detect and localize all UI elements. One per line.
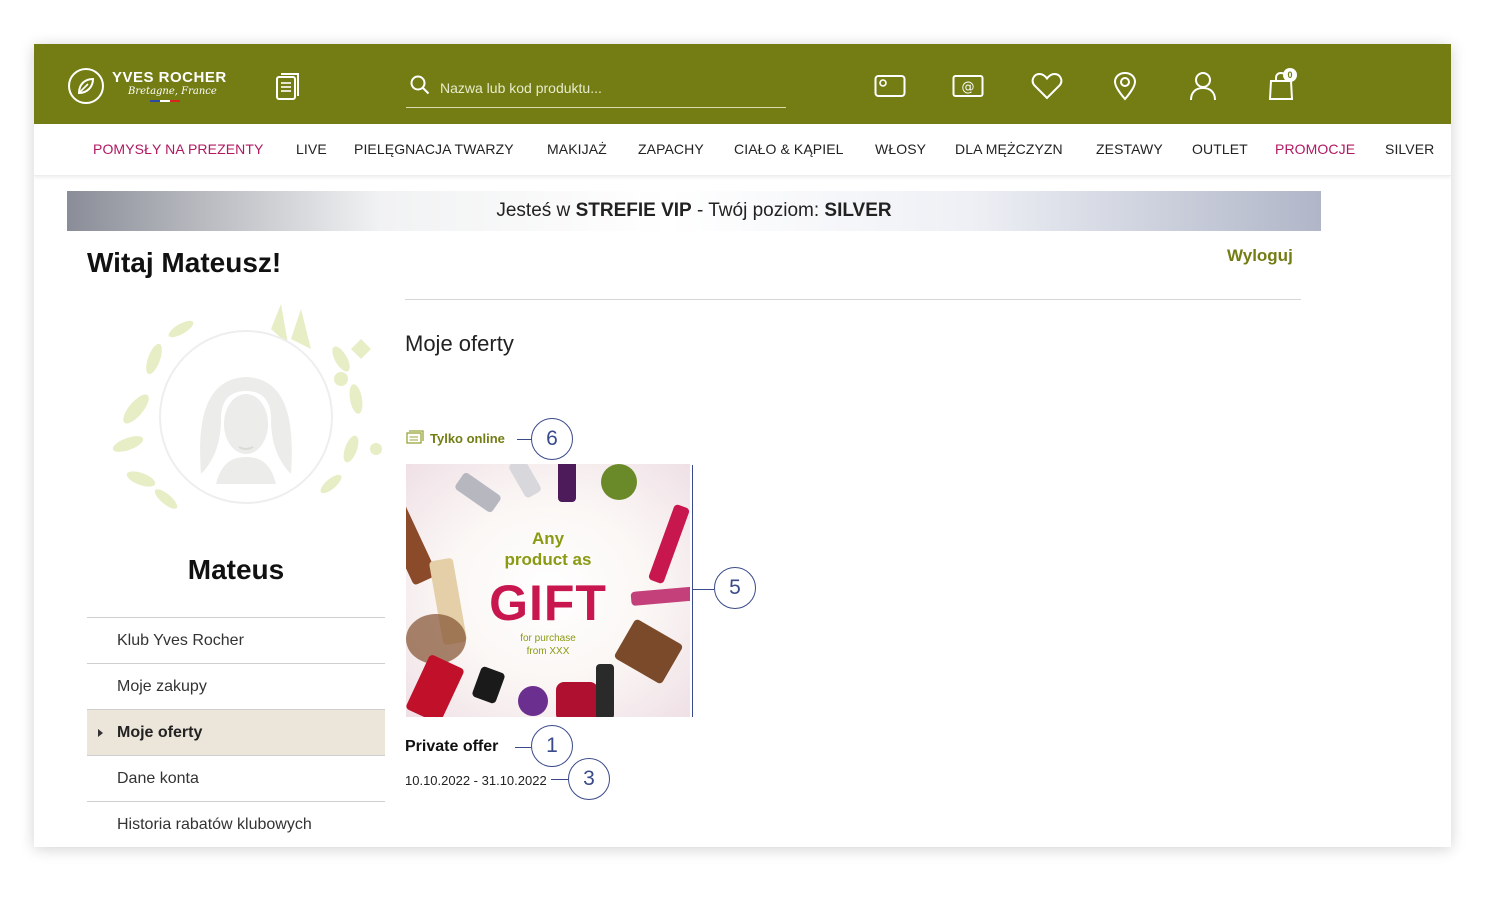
product-shape <box>507 464 543 499</box>
nav-item-outlet[interactable]: OUTLET <box>1192 141 1248 157</box>
email-icon[interactable]: @ <box>950 70 986 102</box>
offer-image-line2: product as <box>504 550 592 569</box>
vip-zone-banner: Jesteś w STREFIE VIP - Twój poziom: SILV… <box>67 191 1321 231</box>
online-only-tag: Tylko online <box>406 430 505 447</box>
nav-item-hair[interactable]: WŁOSY <box>875 141 926 157</box>
nav-item-live[interactable]: LIVE <box>296 141 327 157</box>
nav-item-gift-ideas[interactable]: POMYSŁY NA PREZENTY <box>93 141 263 157</box>
offer-image-small: for purchase from XXX <box>406 632 690 658</box>
french-flag-stripe <box>150 100 180 102</box>
shopping-bag-icon[interactable]: 0 <box>1263 68 1299 102</box>
brand-logo[interactable]: YVES ROCHER Bretagne, France <box>68 68 227 104</box>
nav-item-body-bath[interactable]: CIAŁO & KĄPIEL <box>734 141 844 157</box>
section-title: Moje oferty <box>405 331 514 356</box>
callout-connector <box>515 747 531 748</box>
search-input[interactable] <box>440 79 786 96</box>
callout-marker: 3 <box>568 758 610 800</box>
search-icon[interactable] <box>410 75 430 100</box>
side-menu-item-offers[interactable]: Moje oferty <box>87 709 385 755</box>
product-shape <box>453 471 503 514</box>
offer-dates: 10.10.2022 - 31.10.2022 <box>405 773 547 788</box>
online-ticket-icon <box>406 430 424 447</box>
svg-text:@: @ <box>962 80 975 95</box>
offer-image-small1: for purchase <box>520 633 576 644</box>
offer-image-headline: GIFT <box>489 575 607 631</box>
vip-level: SILVER <box>824 200 892 221</box>
vip-middle: - Twój poziom: <box>696 200 820 221</box>
product-shape <box>556 682 598 717</box>
product-shape <box>518 686 548 716</box>
offer-image-small2: from XXX <box>526 646 570 657</box>
product-shape <box>471 665 506 705</box>
vip-zone: STREFIE VIP <box>575 200 692 221</box>
heart-icon[interactable] <box>1029 70 1065 102</box>
divider <box>405 299 1301 300</box>
side-menu-item-club[interactable]: Klub Yves Rocher <box>87 617 385 663</box>
offer-title[interactable]: Private offer <box>405 738 498 756</box>
catalog-icon[interactable] <box>274 72 302 107</box>
vip-prefix: Jesteś w <box>496 200 571 221</box>
offer-image-line: Any product as <box>406 528 690 570</box>
account-side-menu: Klub Yves Rocher Moje zakupy Moje oferty… <box>87 617 385 847</box>
callout-marker: 6 <box>531 418 573 460</box>
callout-connector <box>517 439 532 440</box>
nav-item-sets[interactable]: ZESTAWY <box>1096 141 1163 157</box>
online-only-label: Tylko online <box>430 431 505 446</box>
product-shape <box>406 653 465 717</box>
brand-name: YVES ROCHER <box>112 69 227 86</box>
search-bar <box>406 68 786 108</box>
nav-item-men[interactable]: DLA MĘŻCZYZN <box>955 141 1063 157</box>
brand-tagline: Bretagne, France <box>128 86 217 97</box>
callout-connector <box>692 589 714 590</box>
cart-count-badge: 0 <box>1283 68 1297 82</box>
nav-item-promotions[interactable]: PROMOCJE <box>1275 141 1355 157</box>
nav-item-fragrances[interactable]: ZAPACHY <box>638 141 704 157</box>
side-menu-item-purchases[interactable]: Moje zakupy <box>87 663 385 709</box>
callout-connector <box>551 779 569 780</box>
nav-item-face-care[interactable]: PIELĘGNACJA TWARZY <box>354 141 514 157</box>
offer-image[interactable]: Any product as GIFT for purchase from XXX <box>406 464 690 717</box>
page-frame: YVES ROCHER Bretagne, France @ <box>34 44 1451 847</box>
callout-marker: 1 <box>531 725 573 767</box>
product-shape <box>596 664 614 717</box>
page-title: Witaj Mateusz! <box>87 247 282 278</box>
location-pin-icon[interactable] <box>1107 70 1143 102</box>
offer-image-line1: Any <box>531 529 565 548</box>
profile-name: Mateus <box>187 554 285 585</box>
nav-item-makeup[interactable]: MAKIJAŻ <box>547 141 607 157</box>
header-bar: YVES ROCHER Bretagne, France @ <box>34 44 1451 124</box>
product-shape <box>558 464 576 502</box>
gift-card-icon[interactable] <box>872 70 908 102</box>
category-nav: POMYSŁY NA PREZENTY LIVE PIELĘGNACJA TWA… <box>34 124 1451 176</box>
callout-marker: 5 <box>714 567 756 609</box>
logout-link[interactable]: Wyloguj <box>1227 246 1293 266</box>
avatar <box>106 299 386 514</box>
leaf-logo-icon <box>68 68 104 104</box>
callout-bracket <box>692 465 693 717</box>
nav-item-silver[interactable]: SILVER <box>1385 141 1434 157</box>
product-shape <box>601 464 637 500</box>
side-menu-item-discount-history[interactable]: Historia rabatów klubowych <box>87 801 385 847</box>
user-icon[interactable] <box>1185 70 1221 102</box>
side-menu-item-account-data[interactable]: Dane konta <box>87 755 385 801</box>
